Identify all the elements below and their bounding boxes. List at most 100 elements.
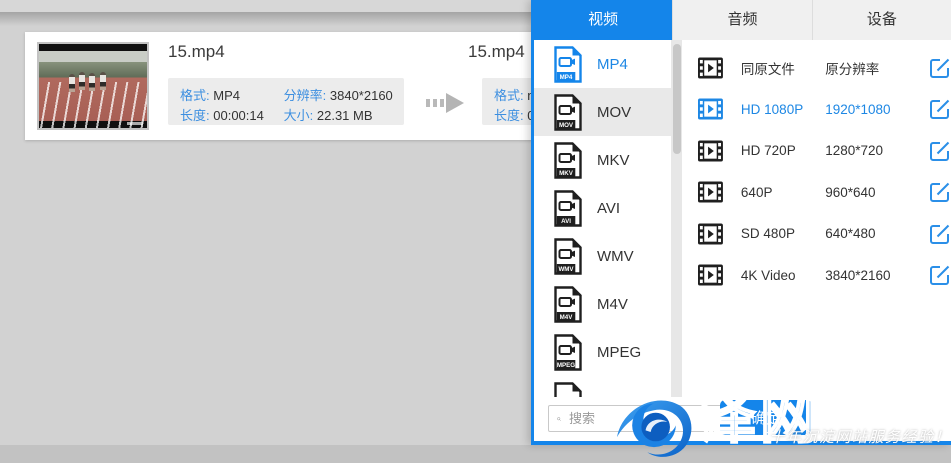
file-format-icon: MOV bbox=[553, 94, 583, 131]
film-icon bbox=[698, 264, 723, 286]
video-format-list: MP4 MP4 MOV MOV bbox=[534, 40, 671, 397]
film-icon bbox=[698, 57, 723, 79]
output-format-panel: 视频 音频 设备 MP4 MP4 bbox=[531, 0, 951, 445]
film-icon bbox=[698, 98, 723, 120]
format-item-mp4[interactable]: MP4 MP4 bbox=[534, 40, 671, 88]
app-window: 15.mp4 格式: MP4 分辨率: 3840*2160 长度: 00:00:… bbox=[0, 0, 951, 463]
file-format-icon: M4V bbox=[553, 286, 583, 323]
duration-label: 长度: bbox=[494, 108, 524, 123]
svg-text:MKV: MKV bbox=[559, 169, 574, 176]
format-item-mkv[interactable]: MKV MKV bbox=[534, 136, 671, 184]
edit-pencil-icon bbox=[929, 98, 951, 120]
profile-row-hd720p[interactable]: HD 720P 1280*720 bbox=[682, 130, 951, 172]
svg-text:MPEG: MPEG bbox=[557, 361, 575, 368]
profile-row-4k[interactable]: 4K Video 3840*2160 bbox=[682, 255, 951, 297]
format-item-label: MOV bbox=[597, 104, 631, 121]
thumbnail-person bbox=[69, 74, 75, 92]
duration-label: 长度: bbox=[180, 108, 210, 123]
edit-pencil-icon bbox=[929, 264, 951, 286]
film-icon bbox=[698, 140, 723, 162]
format-search-box[interactable] bbox=[548, 405, 748, 432]
scrollbar-thumb[interactable] bbox=[673, 44, 681, 154]
file-format-icon: MPEG bbox=[553, 334, 583, 371]
duration-value: 00:00:14 bbox=[213, 108, 264, 123]
format-list-scrollbar[interactable] bbox=[671, 40, 682, 397]
profile-resolution: 3840*2160 bbox=[825, 268, 923, 283]
profile-resolution: 原分辨率 bbox=[825, 58, 923, 78]
profile-row-sd480p[interactable]: SD 480P 640*480 bbox=[682, 213, 951, 255]
format-item-label: MKV bbox=[597, 152, 630, 169]
resolution-label: 分辨率: bbox=[284, 88, 327, 103]
profile-resolution: 960*640 bbox=[825, 185, 923, 200]
format-item-avi[interactable]: AVI AVI bbox=[534, 184, 671, 232]
file-format-icon: MKV bbox=[553, 142, 583, 179]
edit-profile-button[interactable] bbox=[929, 57, 951, 79]
edit-profile-button[interactable] bbox=[929, 98, 951, 120]
film-icon bbox=[698, 223, 723, 245]
svg-text:WMV: WMV bbox=[558, 265, 574, 272]
profile-name: HD 1080P bbox=[741, 102, 825, 117]
profile-name: 4K Video bbox=[741, 268, 825, 283]
format-item-mov[interactable]: MOV MOV bbox=[534, 88, 671, 136]
svg-text:MP4: MP4 bbox=[560, 73, 573, 80]
format-tabs: 视频 音频 设备 bbox=[534, 0, 951, 40]
edit-pencil-icon bbox=[929, 223, 951, 245]
profile-resolution: 1280*720 bbox=[825, 143, 923, 158]
edit-profile-button[interactable] bbox=[929, 223, 951, 245]
thumbnail-person bbox=[79, 72, 85, 90]
panel-footer: 确定 bbox=[534, 397, 951, 441]
svg-text:AVI: AVI bbox=[561, 217, 571, 224]
format-value: MP4 bbox=[213, 88, 240, 103]
edit-pencil-icon bbox=[929, 140, 951, 162]
edit-profile-button[interactable] bbox=[929, 140, 951, 162]
size-value: 22.31 MB bbox=[317, 108, 373, 123]
format-item-label: MPEG bbox=[597, 344, 641, 361]
tab-device[interactable]: 设备 bbox=[812, 0, 951, 40]
svg-text:M4V: M4V bbox=[560, 313, 574, 320]
video-thumbnail[interactable] bbox=[37, 42, 149, 130]
format-item-label: M4V bbox=[597, 296, 628, 313]
format-item-label: MP4 bbox=[597, 56, 628, 73]
file-format-icon bbox=[553, 382, 583, 398]
profile-name: 640P bbox=[741, 185, 825, 200]
profile-list: 同原文件 原分辨率 bbox=[682, 40, 951, 397]
profile-name: HD 720P bbox=[741, 143, 825, 158]
film-icon bbox=[698, 181, 723, 203]
format-item-mpeg[interactable]: MPEG MPEG bbox=[534, 328, 671, 376]
source-file-info: 格式: MP4 分辨率: 3840*2160 长度: 00:00:14 大小: … bbox=[168, 78, 404, 125]
thumbnail-person bbox=[100, 72, 106, 90]
search-icon bbox=[557, 412, 561, 426]
size-label: 大小: bbox=[284, 108, 314, 123]
thumbnail-watermark bbox=[127, 122, 143, 125]
profile-name: 同原文件 bbox=[741, 58, 825, 78]
format-item-partial[interactable] bbox=[534, 376, 671, 397]
format-item-m4v[interactable]: M4V M4V bbox=[534, 280, 671, 328]
profile-resolution: 1920*1080 bbox=[825, 102, 923, 117]
format-item-label: WMV bbox=[597, 248, 634, 265]
resolution-value: 3840*2160 bbox=[330, 88, 393, 103]
thumbnail-person bbox=[89, 73, 95, 91]
panel-body: MP4 MP4 MOV MOV bbox=[534, 40, 951, 397]
svg-text:MOV: MOV bbox=[559, 121, 574, 128]
profile-resolution: 640*480 bbox=[825, 226, 923, 241]
convert-arrow-icon bbox=[426, 92, 466, 114]
file-format-icon: AVI bbox=[553, 190, 583, 227]
tab-audio[interactable]: 音频 bbox=[672, 0, 811, 40]
profile-row-hd1080p[interactable]: HD 1080P 1920*1080 bbox=[682, 89, 951, 131]
edit-profile-button[interactable] bbox=[929, 264, 951, 286]
format-label: 格式: bbox=[494, 88, 524, 103]
format-item-label: AVI bbox=[597, 200, 620, 217]
edit-profile-button[interactable] bbox=[929, 181, 951, 203]
profile-name: SD 480P bbox=[741, 226, 825, 241]
format-item-wmv[interactable]: WMV WMV bbox=[534, 232, 671, 280]
bottom-strip bbox=[0, 445, 951, 463]
source-file-name: 15.mp4 bbox=[168, 42, 225, 62]
profile-row-original[interactable]: 同原文件 原分辨率 bbox=[682, 47, 951, 89]
edit-pencil-icon bbox=[929, 181, 951, 203]
profile-row-640p[interactable]: 640P 960*640 bbox=[682, 172, 951, 214]
file-format-icon: WMV bbox=[553, 238, 583, 275]
tab-video[interactable]: 视频 bbox=[534, 0, 672, 40]
confirm-button[interactable]: 确定 bbox=[720, 400, 812, 435]
output-file-name: 15.mp4 bbox=[468, 42, 525, 62]
edit-pencil-icon bbox=[929, 57, 951, 79]
